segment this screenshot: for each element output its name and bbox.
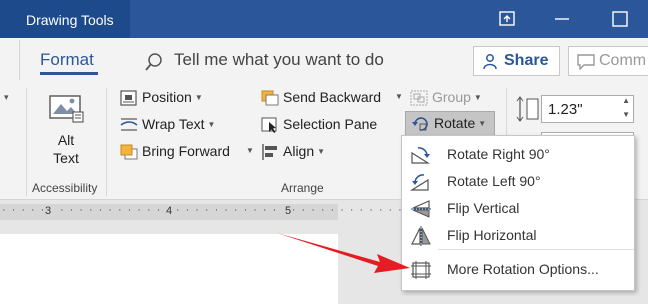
annotation-arrow [277,233,410,273]
red-arrow-icon [277,233,410,273]
